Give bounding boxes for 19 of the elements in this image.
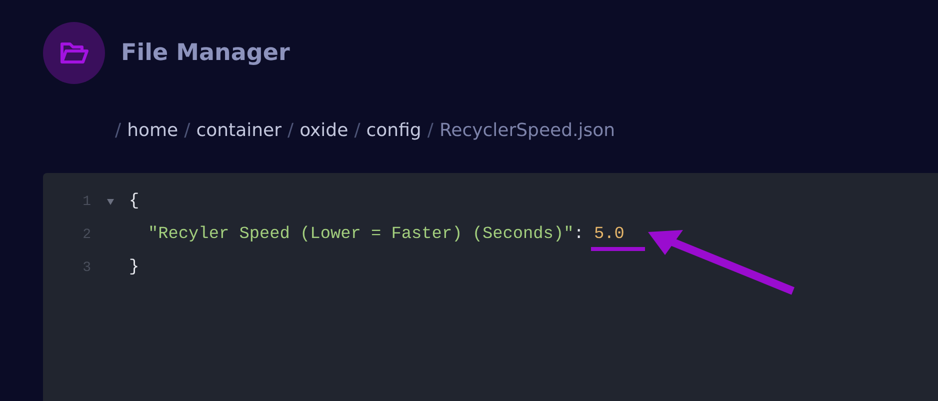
breadcrumb-link[interactable]: config: [366, 120, 422, 141]
folder-icon: [59, 40, 89, 66]
json-punctuation: :: [574, 225, 585, 244]
page-title: File Manager: [121, 40, 290, 66]
fold-toggle-icon[interactable]: [106, 198, 114, 204]
breadcrumb-separator: /: [287, 120, 294, 141]
json-punctuation: }: [129, 258, 140, 277]
breadcrumb-link[interactable]: container: [196, 120, 282, 141]
breadcrumb-separator: /: [427, 120, 434, 141]
breadcrumb-separator: /: [184, 120, 190, 141]
json-punctuation: {: [129, 192, 140, 211]
breadcrumb-link[interactable]: oxide: [300, 120, 348, 141]
underline-mark: [591, 247, 645, 251]
json-value: 5.0: [594, 225, 624, 244]
breadcrumb-separator: /: [354, 120, 360, 141]
breadcrumb-link[interactable]: home: [127, 120, 178, 141]
breadcrumb-link[interactable]: RecyclerSpeed.json: [439, 120, 616, 141]
json-key: "Recyler Speed (Lower = Faster) (Seconds)": [148, 225, 574, 244]
breadcrumb-separator: /: [115, 120, 122, 141]
